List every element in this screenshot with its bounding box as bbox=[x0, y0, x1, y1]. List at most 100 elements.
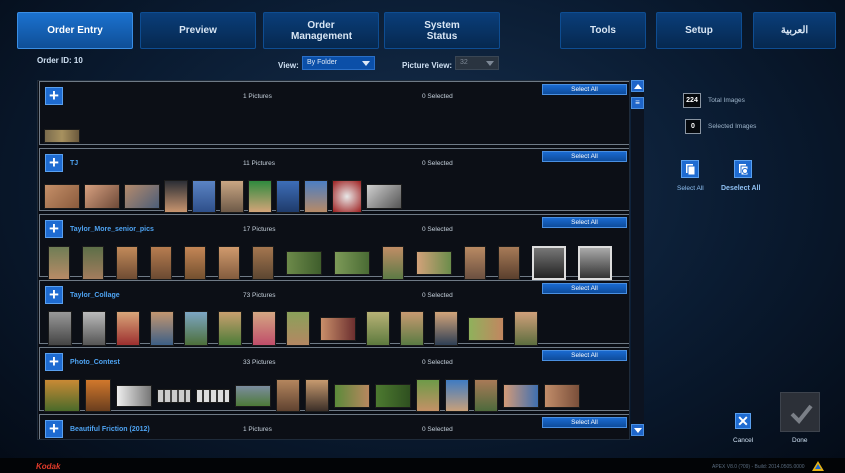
photo-thumbnail[interactable] bbox=[192, 180, 216, 213]
folder-select-all-button[interactable]: Select All bbox=[542, 217, 627, 228]
picture-view-select[interactable]: 32 bbox=[455, 56, 499, 70]
photo-thumbnail[interactable] bbox=[332, 180, 362, 213]
photo-thumbnail[interactable] bbox=[116, 311, 140, 346]
photo-thumbnail[interactable] bbox=[48, 245, 70, 280]
photo-thumbnail[interactable] bbox=[252, 311, 276, 346]
folder-select-all-button[interactable]: Select All bbox=[542, 417, 627, 428]
photo-thumbnail[interactable] bbox=[184, 311, 208, 346]
photo-thumbnail[interactable] bbox=[150, 311, 174, 346]
photo-thumbnail[interactable] bbox=[286, 250, 322, 275]
photo-thumbnail[interactable] bbox=[116, 245, 138, 280]
photo-thumbnail[interactable] bbox=[220, 180, 244, 213]
view-select[interactable]: By Folder bbox=[302, 56, 375, 70]
done-button[interactable] bbox=[780, 392, 820, 432]
tab-language[interactable]: العربية bbox=[753, 12, 836, 49]
photo-thumbnail[interactable] bbox=[416, 379, 440, 412]
photo-thumbnail[interactable] bbox=[305, 379, 329, 412]
photo-thumbnail[interactable] bbox=[445, 379, 469, 412]
photo-thumbnail[interactable] bbox=[85, 379, 111, 412]
photo-thumbnail[interactable] bbox=[474, 379, 498, 412]
tab-preview[interactable]: Preview bbox=[140, 12, 256, 49]
photo-thumbnail[interactable] bbox=[196, 388, 230, 403]
photo-thumbnail[interactable] bbox=[578, 245, 612, 280]
photo-thumbnail[interactable] bbox=[44, 184, 80, 209]
folder-selected-count: 0 Selected bbox=[422, 226, 453, 233]
photo-thumbnail[interactable] bbox=[468, 316, 504, 341]
folder-picture-count: 33 Pictures bbox=[243, 359, 276, 366]
photo-thumbnail[interactable] bbox=[532, 245, 566, 280]
photo-thumbnail[interactable] bbox=[150, 245, 172, 280]
folder-select-all-button[interactable]: Select All bbox=[542, 283, 627, 294]
folder-row: + Taylor_Collage 73 Pictures 0 Selected … bbox=[39, 280, 629, 346]
folder-list-scrollbar[interactable]: ≡ bbox=[631, 80, 644, 440]
select-all-label: Select All bbox=[677, 185, 704, 192]
photo-thumbnail[interactable] bbox=[82, 245, 104, 280]
photo-thumbnail[interactable] bbox=[82, 311, 106, 346]
tab-label: Order Management bbox=[291, 19, 353, 42]
folder-select-all-button[interactable]: Select All bbox=[542, 84, 627, 95]
scroll-down-button[interactable] bbox=[631, 424, 644, 436]
photo-thumbnail[interactable] bbox=[382, 245, 404, 280]
photo-thumbnail[interactable] bbox=[164, 180, 188, 213]
photo-thumbnail[interactable] bbox=[276, 180, 300, 213]
photo-thumbnail[interactable] bbox=[366, 184, 402, 209]
photo-thumbnail[interactable] bbox=[252, 245, 274, 280]
photo-thumbnail[interactable] bbox=[218, 245, 240, 280]
photo-thumbnail[interactable] bbox=[276, 379, 300, 412]
photo-thumbnail[interactable] bbox=[375, 383, 411, 408]
photo-thumbnail[interactable] bbox=[184, 245, 206, 280]
photo-thumbnail[interactable] bbox=[286, 311, 310, 346]
tab-tools[interactable]: Tools bbox=[560, 12, 646, 49]
folder-row: + Photo_Contest 33 Pictures 0 Selected S… bbox=[39, 347, 629, 412]
folder-selected-count: 0 Selected bbox=[422, 93, 453, 100]
folder-selected-count: 0 Selected bbox=[422, 426, 453, 433]
photo-thumbnail[interactable] bbox=[44, 379, 80, 412]
expand-folder-button[interactable]: + bbox=[45, 286, 63, 304]
cancel-button[interactable]: ✕ bbox=[735, 413, 751, 429]
expand-folder-button[interactable]: + bbox=[45, 154, 63, 172]
photo-thumbnail[interactable] bbox=[334, 250, 370, 275]
photo-thumbnail[interactable] bbox=[544, 383, 580, 408]
expand-folder-button[interactable]: + bbox=[45, 420, 63, 438]
photo-thumbnail[interactable] bbox=[503, 383, 539, 408]
chevron-down-icon bbox=[362, 61, 370, 66]
view-label: View: bbox=[278, 61, 299, 70]
photo-thumbnail[interactable] bbox=[514, 311, 538, 346]
photo-thumbnail[interactable] bbox=[157, 388, 191, 403]
expand-folder-button[interactable]: + bbox=[45, 87, 63, 105]
photo-thumbnail[interactable] bbox=[235, 384, 271, 407]
tab-order-management[interactable]: Order Management bbox=[263, 12, 379, 49]
photo-thumbnail[interactable] bbox=[464, 245, 486, 280]
photo-thumbnail[interactable] bbox=[44, 128, 80, 143]
tab-label: العربية bbox=[780, 25, 809, 36]
folder-name: TJ bbox=[70, 160, 79, 167]
photo-thumbnail[interactable] bbox=[434, 311, 458, 346]
thumbnail-strip bbox=[48, 245, 612, 280]
photo-thumbnail[interactable] bbox=[366, 311, 390, 346]
photo-thumbnail[interactable] bbox=[248, 180, 272, 213]
tab-setup[interactable]: Setup bbox=[656, 12, 742, 49]
photo-thumbnail[interactable] bbox=[84, 184, 120, 209]
photo-thumbnail[interactable] bbox=[48, 311, 72, 346]
select-all-button[interactable] bbox=[681, 160, 699, 178]
photo-thumbnail[interactable] bbox=[304, 180, 328, 213]
photo-thumbnail[interactable] bbox=[116, 384, 152, 407]
photo-thumbnail[interactable] bbox=[334, 383, 370, 408]
expand-folder-button[interactable]: + bbox=[45, 353, 63, 371]
folder-row: + Beautiful Friction (2012) 1 Pictures 0… bbox=[39, 414, 629, 439]
tab-system-status[interactable]: System Status bbox=[384, 12, 500, 49]
expand-folder-button[interactable]: + bbox=[45, 220, 63, 238]
photo-thumbnail[interactable] bbox=[400, 311, 424, 346]
folder-picture-count: 1 Pictures bbox=[243, 426, 272, 433]
scroll-up-button[interactable] bbox=[631, 80, 644, 92]
deselect-all-button[interactable] bbox=[734, 160, 752, 178]
photo-thumbnail[interactable] bbox=[320, 316, 356, 341]
folder-select-all-button[interactable]: Select All bbox=[542, 350, 627, 361]
photo-thumbnail[interactable] bbox=[218, 311, 242, 346]
scroll-grip-icon[interactable]: ≡ bbox=[631, 97, 644, 109]
photo-thumbnail[interactable] bbox=[498, 245, 520, 280]
photo-thumbnail[interactable] bbox=[124, 184, 160, 209]
photo-thumbnail[interactable] bbox=[416, 250, 452, 275]
tab-order-entry[interactable]: Order Entry bbox=[17, 12, 133, 49]
folder-select-all-button[interactable]: Select All bbox=[542, 151, 627, 162]
